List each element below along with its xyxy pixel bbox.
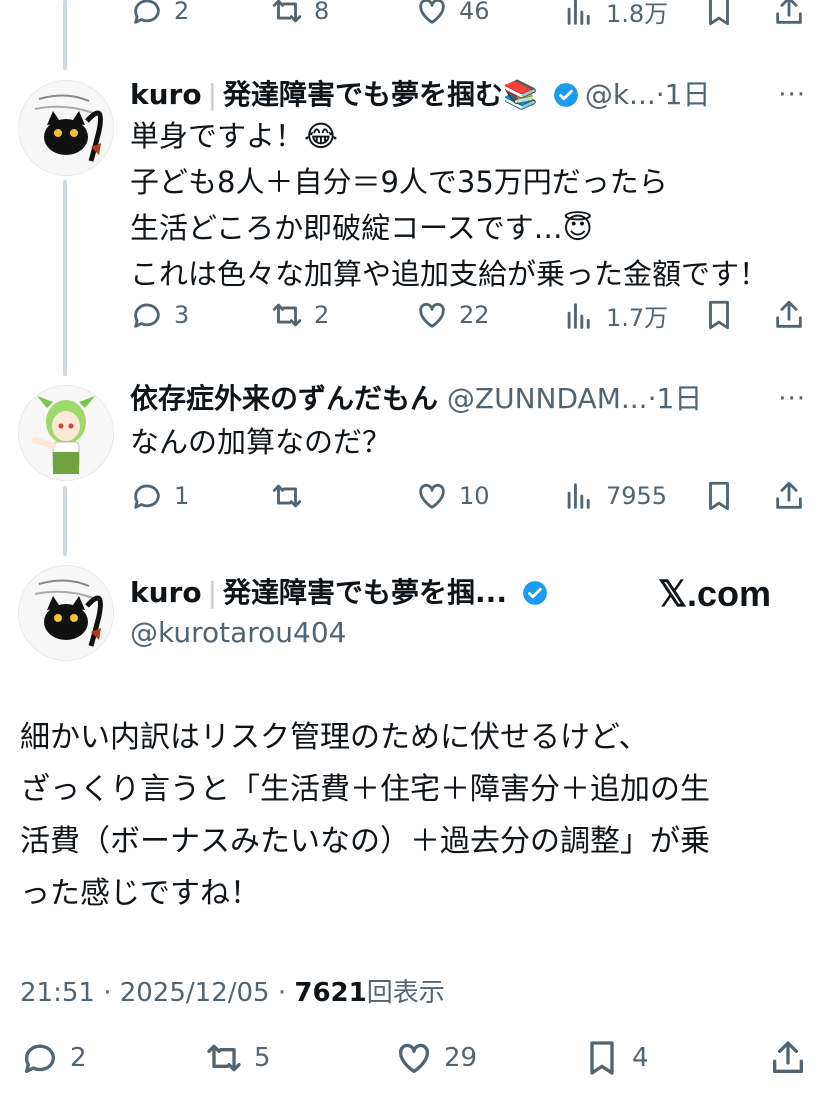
thread-line-bottom (63, 486, 67, 556)
zundamon-avatar-image (19, 386, 113, 480)
like-button[interactable]: 29 (394, 1038, 477, 1078)
author-name-suffix[interactable]: 発達障害でも夢を掴む📚 (223, 78, 538, 111)
reply-button[interactable]: 1 (130, 479, 189, 513)
avatar-kuro[interactable] (18, 80, 114, 176)
author-name[interactable]: kuro (130, 576, 202, 609)
name-separator: | (207, 576, 218, 609)
thread-line-mid (63, 180, 67, 376)
main-action-row: 2 5 29 4 (20, 1038, 810, 1084)
views-icon (567, 302, 590, 329)
reply-icon (134, 0, 160, 24)
tweet-time[interactable]: ·1日 (648, 382, 703, 415)
tweet-meta: 21:51 · 2025/12/05 · 7621回表示 (20, 972, 445, 1009)
like-icon (419, 483, 445, 509)
bookmark-icon (709, 0, 729, 26)
verified-badge-icon (522, 581, 547, 605)
tweet1-header: kuro | 発達障害でも夢を掴む📚 @k...·1日 (130, 78, 710, 112)
bookmark-icon (709, 481, 729, 511)
thread-line-top (63, 0, 67, 70)
repost-icon (207, 1044, 241, 1072)
like-icon (398, 1043, 430, 1073)
share-icon (773, 1041, 803, 1073)
repost-button[interactable]: 8 (270, 0, 329, 28)
author-name-suffix[interactable]: 発達障害でも夢を掴... (223, 576, 507, 609)
tweet-timestamp[interactable]: 21:51 · 2025/12/05 · (20, 978, 294, 1008)
bookmark-button[interactable] (702, 0, 746, 28)
like-button[interactable]: 10 (415, 479, 490, 513)
author-handle[interactable]: @k... (585, 78, 656, 111)
name-separator: | (207, 78, 218, 111)
x-com-watermark: 𝕏.com (658, 573, 772, 614)
author-handle[interactable]: @ZUNNDAM... (447, 382, 648, 415)
tweet-time[interactable]: ·1日 (656, 78, 711, 111)
repost-button[interactable] (270, 479, 314, 513)
views-button[interactable]: 1.8万 (562, 0, 668, 29)
like-button[interactable]: 22 (415, 298, 490, 332)
view-count: 7621 (294, 978, 367, 1008)
share-icon (776, 0, 802, 24)
bookmark-button[interactable] (702, 298, 746, 332)
top-action-row: 2 8 46 1.8万 (130, 0, 810, 34)
reply-icon (24, 1044, 55, 1073)
tweet1-action-row: 3 2 22 1.7万 (130, 298, 810, 338)
main-body: 細かい内訳はリスク管理のために伏せるけど、 ざっくり言うと「生活費＋住宅＋障害分＋… (20, 720, 710, 911)
main-header: kuro | 発達障害でも夢を掴... (130, 576, 554, 610)
tweet2-header: 依存症外来のずんだもん @ZUNNDAM...·1日 (130, 382, 702, 416)
reply-button[interactable]: 2 (20, 1038, 87, 1078)
repost-button[interactable]: 2 (270, 298, 329, 332)
like-icon (419, 302, 445, 328)
share-icon (776, 300, 802, 328)
views-button[interactable]: 1.7万 (562, 298, 668, 333)
like-icon (419, 0, 445, 24)
reply-button[interactable]: 2 (130, 0, 189, 28)
share-icon (776, 481, 802, 509)
views-icon (567, 0, 590, 25)
main-handle[interactable]: @kurotarou404 (130, 616, 346, 650)
black-cat-avatar-image (19, 566, 113, 660)
share-button[interactable] (772, 479, 816, 513)
reply-button[interactable]: 3 (130, 298, 189, 332)
more-icon[interactable]: ··· (778, 384, 806, 414)
bookmark-button[interactable] (702, 479, 746, 513)
view-count-label: 回表示 (366, 978, 445, 1008)
verified-badge-icon (553, 83, 578, 107)
views-icon (567, 483, 590, 509)
share-button[interactable] (768, 1038, 818, 1078)
tweet2-body: なんの加算なのだ？ (130, 425, 392, 459)
repost-button[interactable]: 5 (204, 1038, 271, 1078)
like-button[interactable]: 46 (415, 0, 490, 28)
repost-icon (272, 484, 302, 508)
reply-icon (134, 484, 160, 509)
avatar-kuro-main[interactable] (18, 565, 114, 661)
share-button[interactable] (772, 298, 816, 332)
author-name[interactable]: kuro (130, 78, 202, 111)
reply-icon (134, 303, 160, 328)
bookmark-button[interactable]: 4 (582, 1038, 649, 1078)
repost-icon (272, 0, 302, 23)
more-icon[interactable]: ··· (778, 80, 806, 110)
bookmark-icon (590, 1041, 614, 1075)
share-button[interactable] (772, 0, 816, 28)
black-cat-avatar-image (19, 81, 113, 175)
avatar-zundamon[interactable] (18, 385, 114, 481)
tweet2-action-row: 1 10 7955 (130, 479, 810, 519)
repost-icon (272, 303, 302, 327)
bookmark-icon (709, 300, 729, 330)
views-button[interactable]: 7955 (562, 479, 667, 513)
tweet1-body: 単身ですよ！😂 子ども8人＋自分＝9人で35万円だったら 生活どころか即破綻コースで… (130, 119, 769, 291)
author-name[interactable]: 依存症外来のずんだもん (130, 382, 438, 415)
